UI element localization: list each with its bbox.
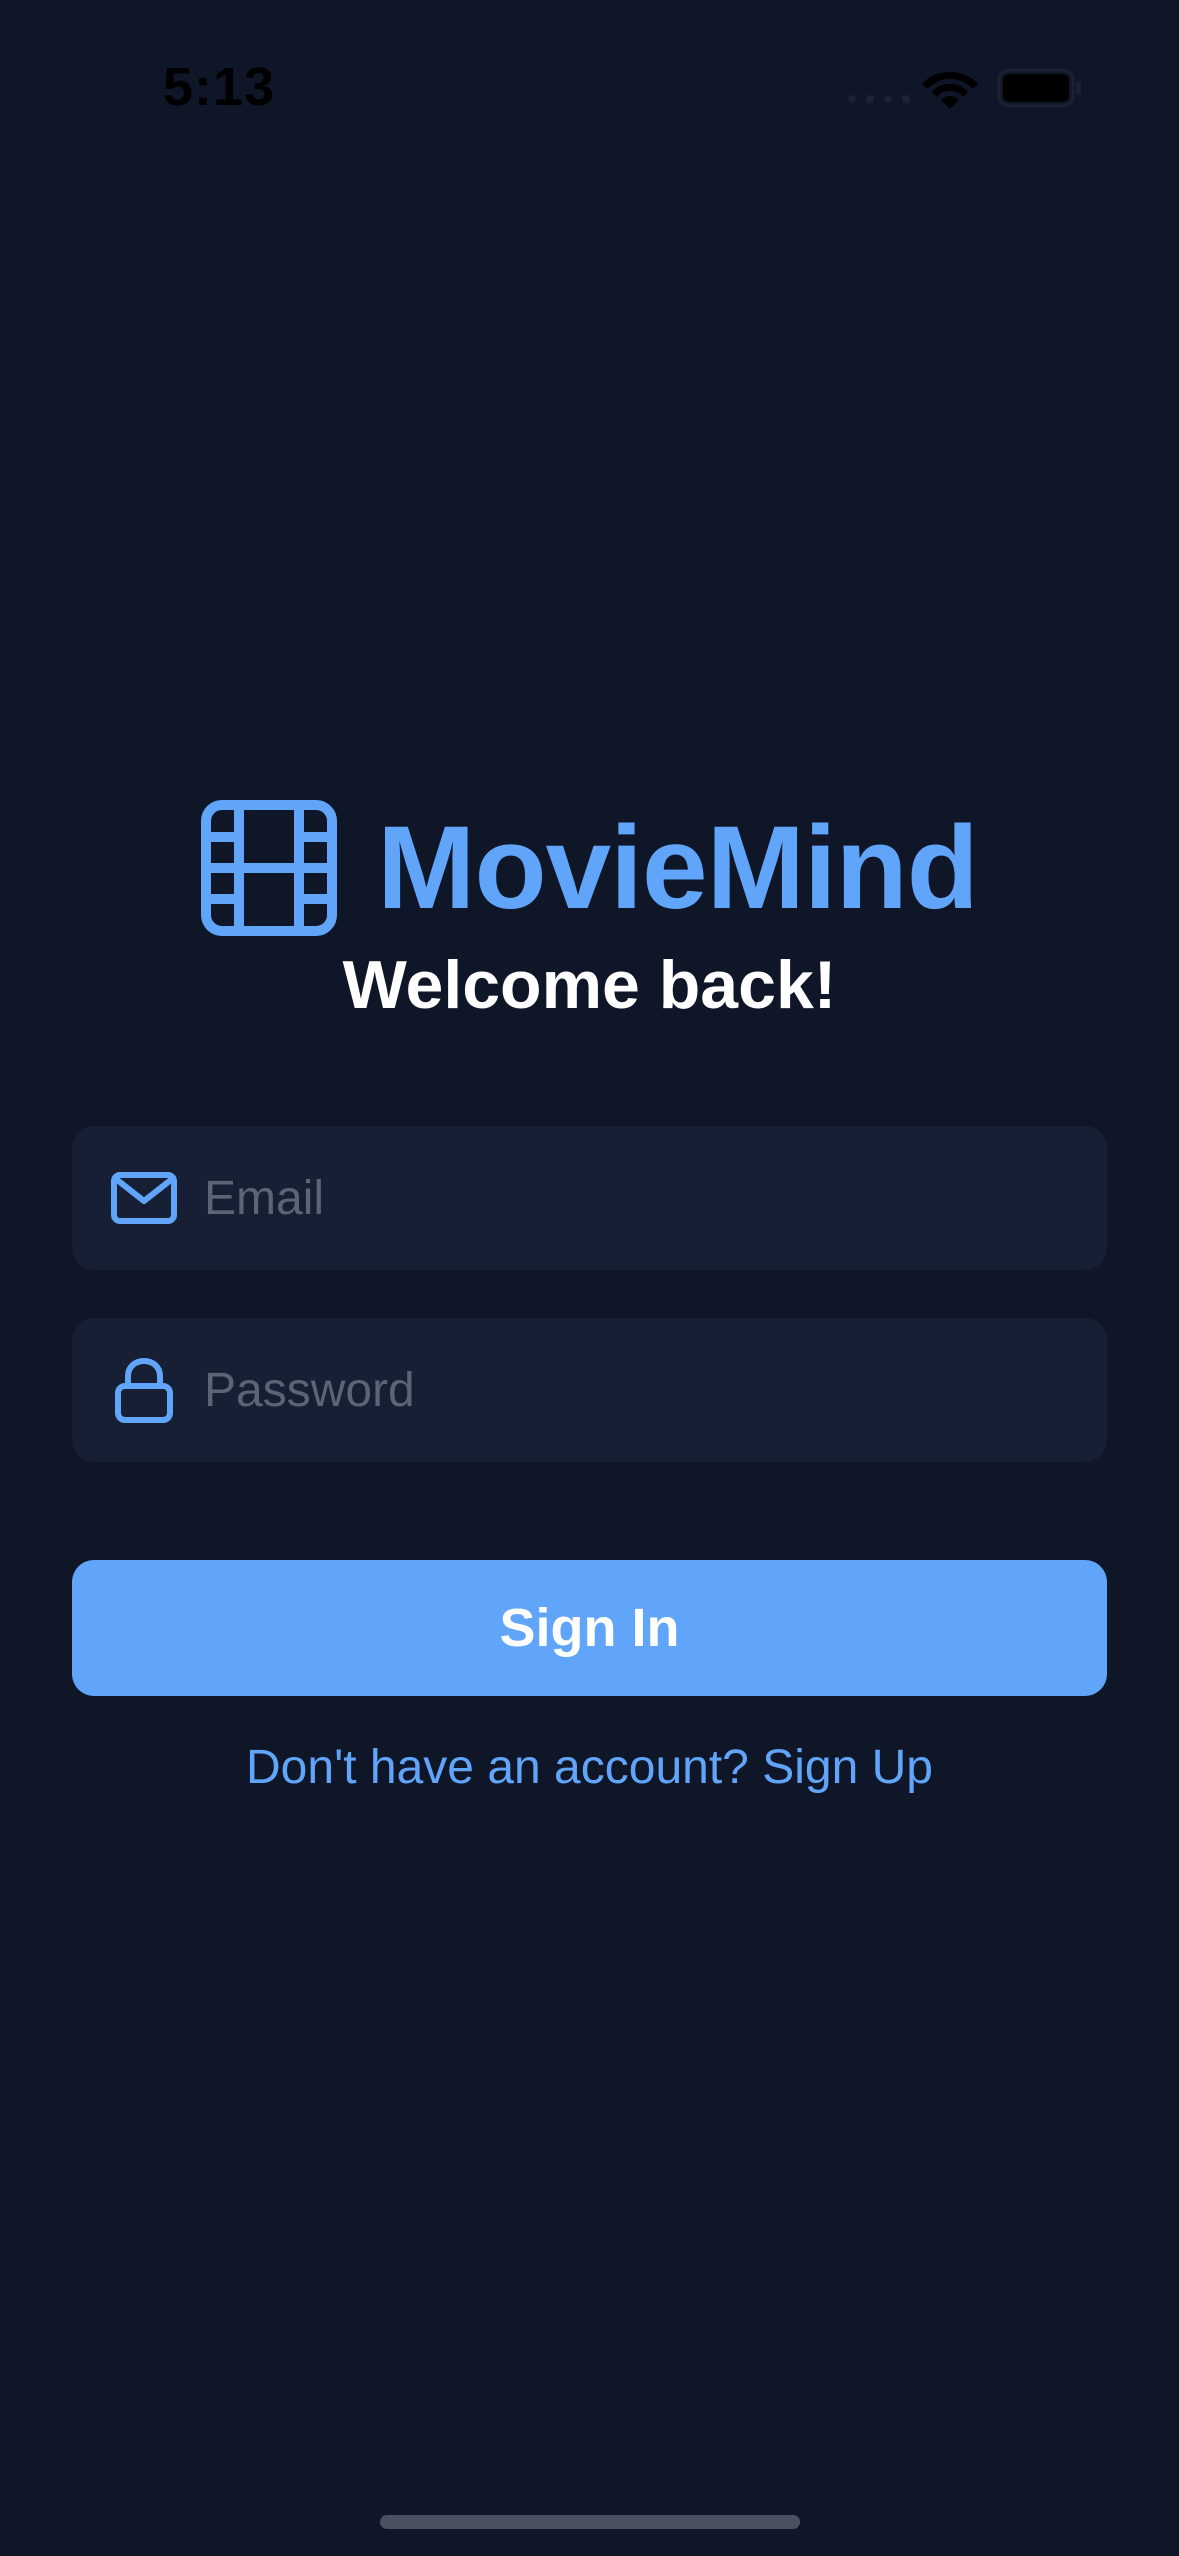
signal-dots-icon [848,95,910,103]
status-bar: 5:13 [0,0,1179,180]
lock-icon [108,1354,180,1426]
email-field[interactable] [204,1126,1064,1270]
brand-header: MovieMind [0,800,1179,936]
battery-icon [997,68,1081,108]
wifi-icon [922,72,978,109]
mail-icon [108,1162,180,1234]
app-name: MovieMind [377,802,979,934]
password-field-container[interactable] [72,1318,1107,1462]
status-time: 5:13 [163,57,276,117]
sign-in-button[interactable]: Sign In [72,1560,1107,1696]
password-field[interactable] [204,1318,1064,1462]
welcome-heading: Welcome back! [342,947,837,1023]
email-field-container[interactable] [72,1126,1107,1270]
sign-up-link[interactable]: Don't have an account? Sign Up [0,1740,1179,1795]
film-icon [201,800,338,936]
home-indicator[interactable] [380,2515,800,2529]
